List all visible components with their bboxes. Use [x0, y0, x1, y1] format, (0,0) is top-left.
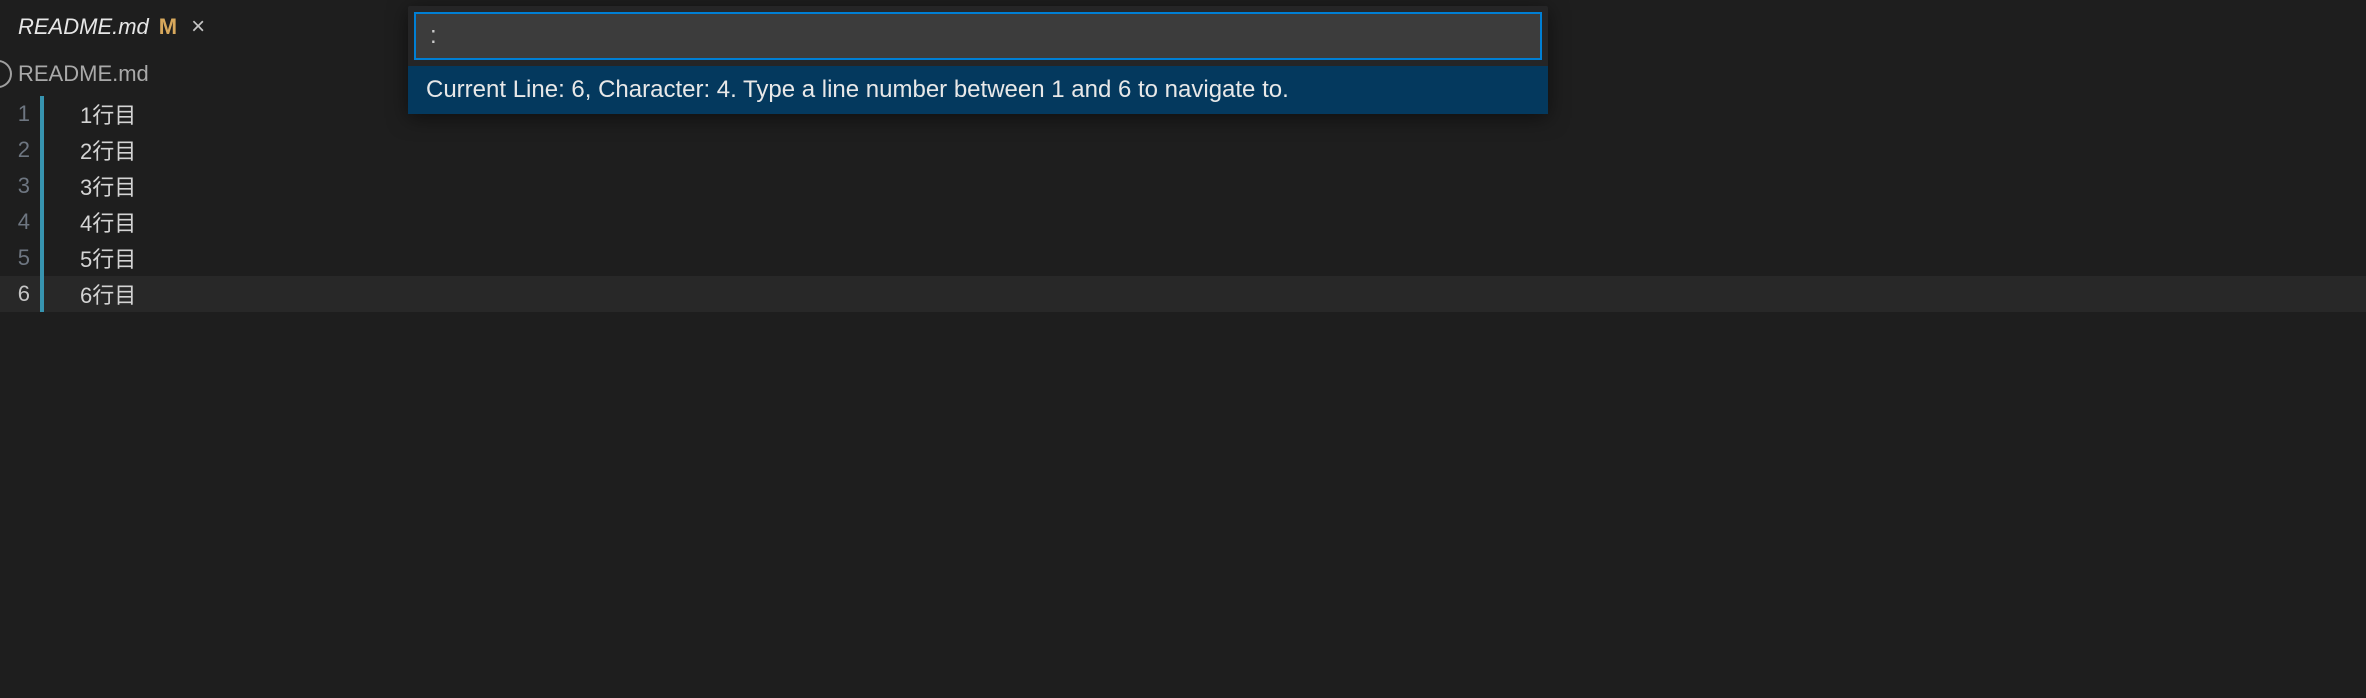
line-number: 6	[0, 281, 36, 307]
editor-tab[interactable]: README.md M ×	[0, 0, 227, 54]
line-number: 1	[0, 101, 36, 127]
goto-line-panel: Current Line: 6, Character: 4. Type a li…	[408, 6, 1548, 114]
line-number: 4	[0, 209, 36, 235]
line-text: 5行目	[44, 242, 136, 274]
tab-filename: README.md	[18, 14, 149, 40]
breadcrumb-filename: README.md	[18, 61, 149, 87]
editor-area[interactable]: 1 1行目 2 2行目 3 3行目 4 4行目 5 5行目 6 6行目	[0, 96, 2366, 312]
line-number: 5	[0, 245, 36, 271]
line-text: 6行目	[44, 278, 136, 310]
line-text: 1行目	[44, 98, 136, 130]
line-number: 2	[0, 137, 36, 163]
line-text: 2行目	[44, 134, 136, 166]
goto-line-input[interactable]	[430, 22, 1526, 50]
editor-line[interactable]: 2 2行目	[0, 132, 2366, 168]
goto-line-hint[interactable]: Current Line: 6, Character: 4. Type a li…	[408, 66, 1548, 114]
breadcrumb-icon	[0, 60, 12, 88]
close-icon[interactable]: ×	[187, 15, 209, 39]
editor-line[interactable]: 3 3行目	[0, 168, 2366, 204]
line-text: 3行目	[44, 170, 136, 202]
editor-line[interactable]: 4 4行目	[0, 204, 2366, 240]
goto-line-input-wrapper[interactable]	[414, 12, 1542, 60]
line-number: 3	[0, 173, 36, 199]
modified-indicator: M	[159, 14, 177, 40]
editor-line-current[interactable]: 6 6行目	[0, 276, 2366, 312]
editor-line[interactable]: 5 5行目	[0, 240, 2366, 276]
line-text: 4行目	[44, 206, 136, 238]
